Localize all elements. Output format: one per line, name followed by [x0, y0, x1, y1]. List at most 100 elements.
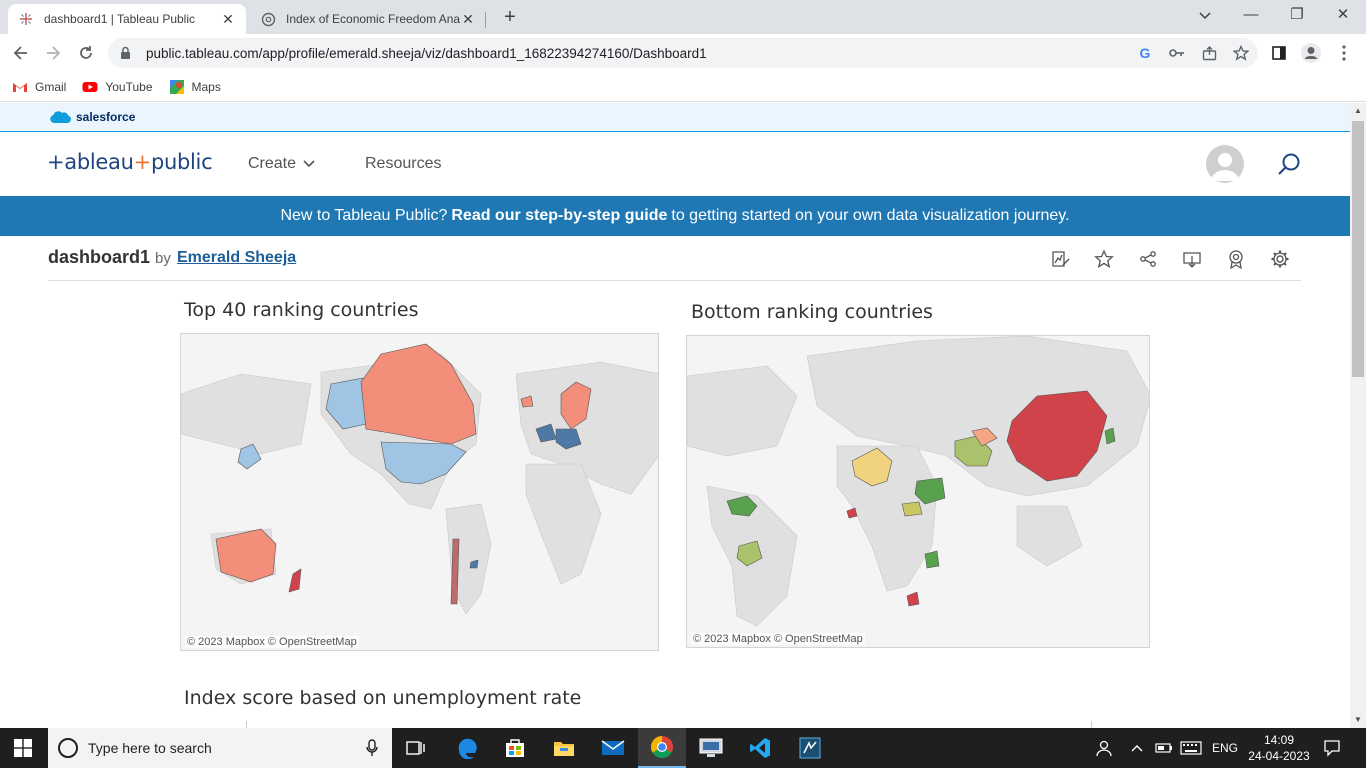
unemployment-chart-title: Index score based on unemployment rate — [184, 687, 582, 709]
scrollbar-thumb[interactable] — [1352, 121, 1364, 377]
address-bar[interactable]: public.tableau.com/app/profile/emerald.s… — [108, 38, 1258, 68]
viz-header: dashboard1 by Emerald Sheeja — [48, 236, 1301, 281]
mail-icon[interactable] — [589, 728, 637, 768]
reload-icon[interactable] — [73, 40, 99, 66]
chart-frame-right — [1091, 721, 1092, 728]
map-credit[interactable]: © 2023 Mapbox © OpenStreetMap — [185, 636, 359, 648]
top-ranking-title: Top 40 ranking countries — [184, 299, 419, 321]
taskbar-search-box[interactable]: Type here to search — [48, 728, 392, 768]
nav-create-label: Create — [248, 155, 297, 172]
country-west-africa[interactable] — [846, 507, 858, 519]
edge-icon[interactable] — [443, 728, 491, 768]
tray-chevron-up-icon[interactable] — [1131, 728, 1143, 768]
close-tab-icon[interactable]: ✕ — [460, 11, 476, 28]
download-icon[interactable] — [1181, 248, 1203, 270]
chevron-down-icon — [303, 160, 316, 168]
people-icon[interactable] — [1094, 728, 1112, 768]
tab-economic-freedom[interactable]: Index of Economic Freedom Anal ✕ — [250, 4, 486, 34]
author-link[interactable]: Emerald Sheeja — [177, 249, 296, 267]
tableau-public-header: +ableau+public Create Resources — [0, 132, 1350, 196]
tableau-favicon-icon — [18, 11, 34, 27]
banner-prefix: New to Tableau Public? — [280, 207, 448, 224]
salesforce-label[interactable]: salesforce — [76, 110, 135, 124]
vscode-icon[interactable] — [736, 728, 784, 768]
forward-arrow-icon[interactable] — [40, 40, 66, 66]
country-north-korea[interactable] — [1104, 427, 1116, 445]
tab-tableau[interactable]: dashboard1 | Tableau Public ✕ — [8, 4, 246, 34]
bookmark-youtube[interactable]: YouTube — [82, 79, 153, 94]
nav-resources[interactable]: Resources — [365, 155, 441, 173]
tab-strip: dashboard1 | Tableau Public ✕ Index of E… — [0, 0, 1366, 34]
avatar[interactable] — [1206, 145, 1244, 183]
maps-icon — [169, 79, 184, 94]
chart-frame-left — [246, 721, 247, 728]
language-indicator[interactable]: ENG — [1212, 728, 1238, 768]
battery-icon[interactable] — [1155, 728, 1173, 768]
minimize-button[interactable]: — — [1228, 0, 1274, 30]
country-central-africa[interactable] — [901, 501, 923, 517]
banner-guide-link[interactable]: Read our step-by-step guide — [451, 207, 667, 225]
keyboard-icon[interactable] — [1180, 728, 1202, 768]
profile-icon[interactable] — [1299, 41, 1323, 65]
bookmark-star-icon[interactable] — [1232, 44, 1250, 62]
windows-taskbar: Type here to search ENG 14:09 24-04-2023 — [0, 728, 1366, 768]
microphone-icon[interactable] — [366, 739, 378, 757]
country-new-zealand[interactable] — [288, 568, 302, 593]
sql-server-icon[interactable] — [786, 728, 834, 768]
browser-toolbar: public.tableau.com/app/profile/emerald.s… — [0, 34, 1366, 72]
file-explorer-icon[interactable] — [540, 728, 588, 768]
bookmark-maps[interactable]: Maps — [169, 79, 221, 95]
settings-gear-icon[interactable] — [1269, 248, 1291, 270]
getting-started-banner: New to Tableau Public? Read our step-by-… — [0, 196, 1350, 236]
google-g-icon[interactable]: G — [1136, 44, 1154, 62]
tab-search-chevron-icon[interactable] — [1182, 0, 1228, 30]
system-clock[interactable]: 14:09 24-04-2023 — [1244, 732, 1314, 764]
tableau-public-logo[interactable]: +ableau+public — [47, 150, 213, 174]
edit-viz-icon[interactable] — [1049, 248, 1071, 270]
side-panel-icon[interactable] — [1267, 41, 1291, 65]
viz-toolbar — [1049, 248, 1291, 270]
task-view-icon[interactable] — [392, 728, 440, 768]
search-ring-icon — [58, 738, 78, 758]
kebab-menu-icon[interactable] — [1332, 41, 1356, 65]
badge-award-icon[interactable] — [1225, 248, 1247, 270]
bottom-ranking-title: Bottom ranking countries — [691, 301, 933, 323]
map-credit[interactable]: © 2023 Mapbox © OpenStreetMap — [691, 633, 865, 645]
store-icon[interactable] — [491, 728, 539, 768]
maximize-button[interactable]: ❐ — [1274, 0, 1320, 30]
notification-icon[interactable] — [1323, 728, 1341, 768]
search-icon[interactable] — [1276, 152, 1302, 178]
page-scrollbar[interactable]: ▲ ▼ — [1350, 103, 1366, 728]
favorite-star-icon[interactable] — [1093, 248, 1115, 270]
top-ranking-map[interactable]: © 2023 Mapbox © OpenStreetMap — [180, 333, 659, 651]
scroll-down-arrow-icon[interactable]: ▼ — [1350, 712, 1366, 728]
bookmark-gmail[interactable]: Gmail — [12, 80, 66, 94]
share-network-icon[interactable] — [1137, 248, 1159, 270]
share-icon[interactable] — [1200, 44, 1218, 62]
banner-suffix: to getting started on your own data visu… — [671, 207, 1070, 224]
viz-name: dashboard1 — [48, 247, 151, 267]
new-tab-button[interactable]: + — [498, 6, 522, 30]
country-lesotho[interactable] — [906, 591, 920, 607]
chrome-icon[interactable] — [638, 728, 686, 768]
tab-title: Index of Economic Freedom Anal — [286, 12, 460, 26]
globe-favicon-icon — [260, 11, 276, 27]
logo-plus: + — [133, 150, 152, 174]
bookmark-label: YouTube — [105, 79, 153, 94]
country-canada[interactable] — [360, 343, 477, 445]
bookmark-label: Maps — [191, 79, 221, 94]
remote-desktop-icon[interactable] — [687, 728, 735, 768]
salesforce-cloud-icon[interactable] — [48, 109, 72, 125]
back-arrow-icon[interactable] — [8, 40, 34, 66]
close-tab-icon[interactable]: ✕ — [220, 11, 236, 28]
salesforce-bar: salesforce — [0, 103, 1350, 132]
scroll-up-arrow-icon[interactable]: ▲ — [1350, 103, 1366, 119]
windows-start-icon[interactable] — [14, 739, 32, 757]
country-zimbabwe[interactable] — [924, 550, 940, 569]
youtube-icon — [82, 81, 98, 92]
bottom-ranking-map[interactable]: © 2023 Mapbox © OpenStreetMap — [686, 335, 1150, 648]
close-window-button[interactable]: ✕ — [1320, 0, 1366, 30]
key-icon[interactable] — [1168, 44, 1186, 62]
gmail-icon — [13, 82, 27, 92]
nav-create[interactable]: Create — [248, 155, 316, 173]
